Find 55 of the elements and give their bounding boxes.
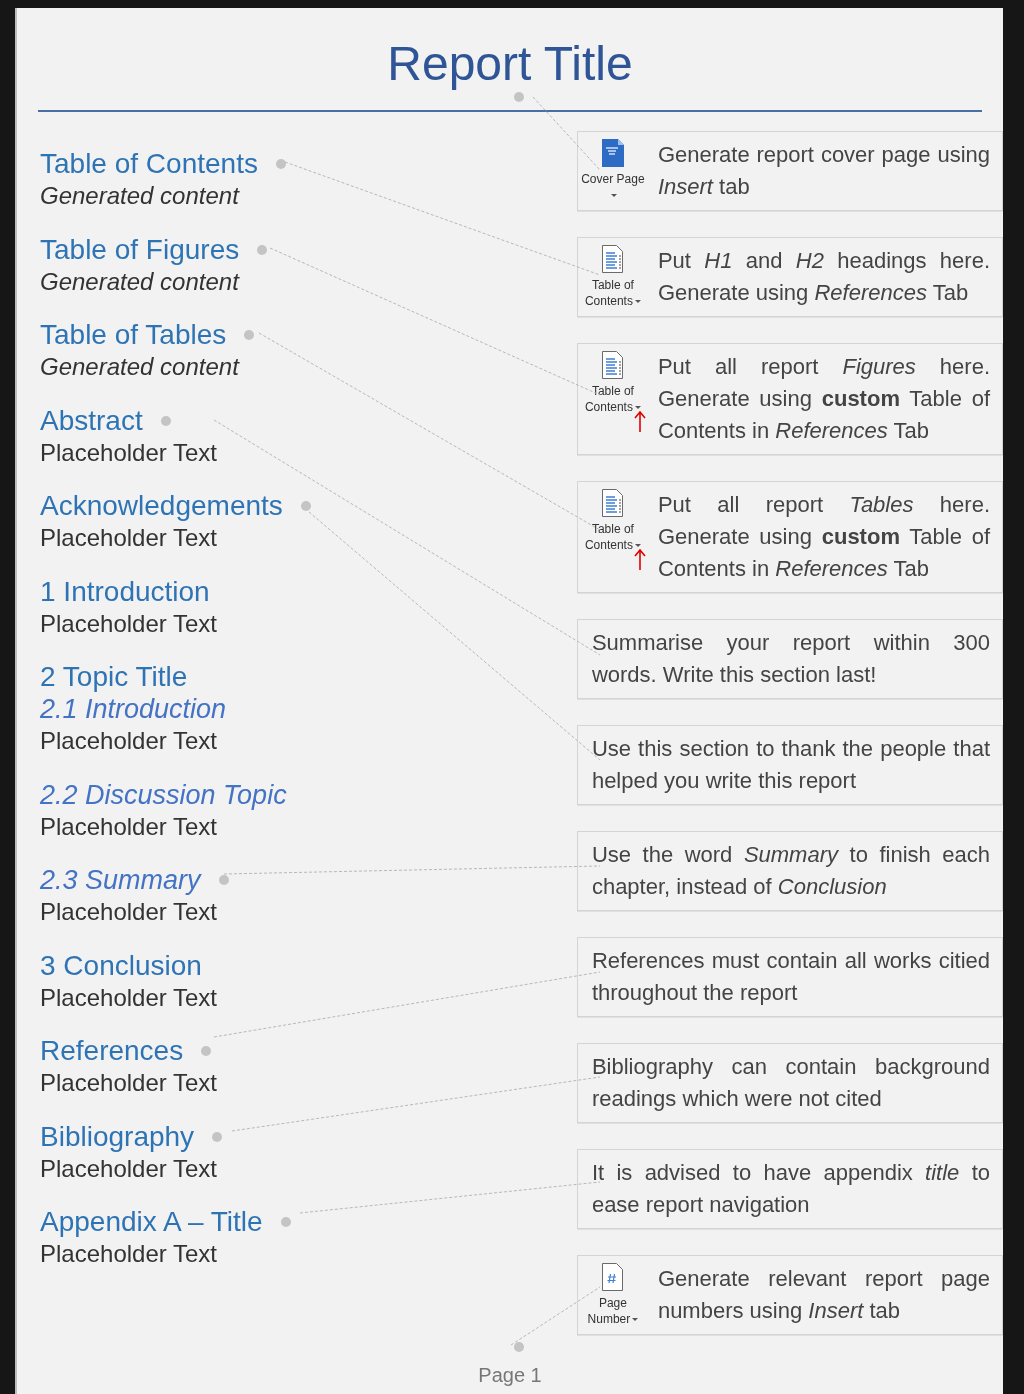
section-heading: 2.3 Summary	[40, 864, 201, 896]
callout-text: References must contain all works citied throughout the report	[590, 947, 991, 1007]
section-heading: Acknowledgements	[40, 490, 283, 522]
section-heading: Table of Tables	[40, 319, 227, 351]
document-icon	[599, 138, 626, 168]
ribbon-button[interactable]: Cover Page	[579, 138, 646, 203]
callout-text: Use the word Summary to finish each chapter, instead of Conclusion	[590, 841, 991, 901]
document-icon	[600, 244, 625, 274]
placeholder-text: Placeholder Text	[40, 437, 218, 468]
placeholder-text: Placeholder Text	[40, 608, 218, 639]
section-heading: Appendix A – Title	[40, 1206, 263, 1238]
section-heading: 1 Introduction	[40, 575, 210, 608]
placeholder-text: Placeholder Text	[40, 523, 218, 553]
caret-icon	[632, 1317, 639, 1322]
callout-text: It is advised to have appendix title to ease report navigation	[590, 1159, 991, 1219]
section-heading: Abstract	[40, 404, 143, 437]
callout-text: Bibliography can contain background readings which were not cited	[590, 1053, 991, 1113]
document-icon	[600, 1262, 625, 1292]
section-heading: References	[40, 1035, 184, 1067]
section-heading: Table of Figures	[40, 233, 240, 266]
generated-content-text: Generated content	[40, 181, 241, 211]
generated-content-text: Generated content	[40, 352, 241, 382]
section-heading: Bibliography	[40, 1120, 195, 1153]
callout-text: Generate report cover page using Insert tab	[656, 141, 991, 201]
caret-icon	[634, 299, 641, 304]
generated-content-text: Generated content	[40, 266, 241, 297]
callout-text: Generate relevant report page numbers using Insert tab	[656, 1265, 991, 1325]
callout-text: Summarise your report within 300 words. Write this section last!	[590, 629, 991, 689]
placeholder-text: Placeholder Text	[40, 726, 218, 756]
section-heading: 2.2 Discussion Topic	[40, 778, 287, 811]
placeholder-text: Placeholder Text	[40, 1068, 218, 1098]
ribbon-button[interactable]: Table of Contents	[579, 350, 646, 415]
placeholder-text: Placeholder Text	[40, 811, 218, 842]
placeholder-text: Placeholder Text	[40, 982, 218, 1013]
caret-icon	[634, 405, 641, 410]
section-heading: 2 Topic Title	[40, 661, 188, 693]
callout-text: Put all report Tables here. Generate using custom Table of Contents in References Tab	[656, 491, 991, 583]
section-heading: 3 Conclusion	[40, 949, 202, 982]
ribbon-button[interactable]: Table of Contents	[579, 244, 646, 309]
callout-text: Put H1 and H2 headings here. Generate using References Tab	[656, 247, 991, 307]
section-heading: Table of Contents	[40, 148, 258, 180]
document-icon	[600, 488, 625, 518]
page-number-label: Page 1	[478, 1363, 542, 1388]
document-icon	[600, 350, 625, 380]
callout-text: Put all report Figures here. Generate using custom Table of Contents in References Tab	[656, 353, 991, 445]
placeholder-text: Placeholder Text	[40, 1239, 218, 1269]
ribbon-button[interactable]: Page Number	[579, 1262, 646, 1327]
section-heading: 2.1 Introduction	[40, 693, 227, 725]
callout-text: Use this section to thank the people that helped you write this report	[590, 735, 991, 795]
ribbon-button[interactable]: Table of Contents	[579, 488, 646, 553]
placeholder-text: Placeholder Text	[40, 1153, 218, 1184]
report-title: Report Title	[387, 36, 633, 92]
caret-icon	[610, 193, 617, 198]
placeholder-text: Placeholder Text	[40, 897, 218, 927]
caret-icon	[634, 543, 641, 548]
